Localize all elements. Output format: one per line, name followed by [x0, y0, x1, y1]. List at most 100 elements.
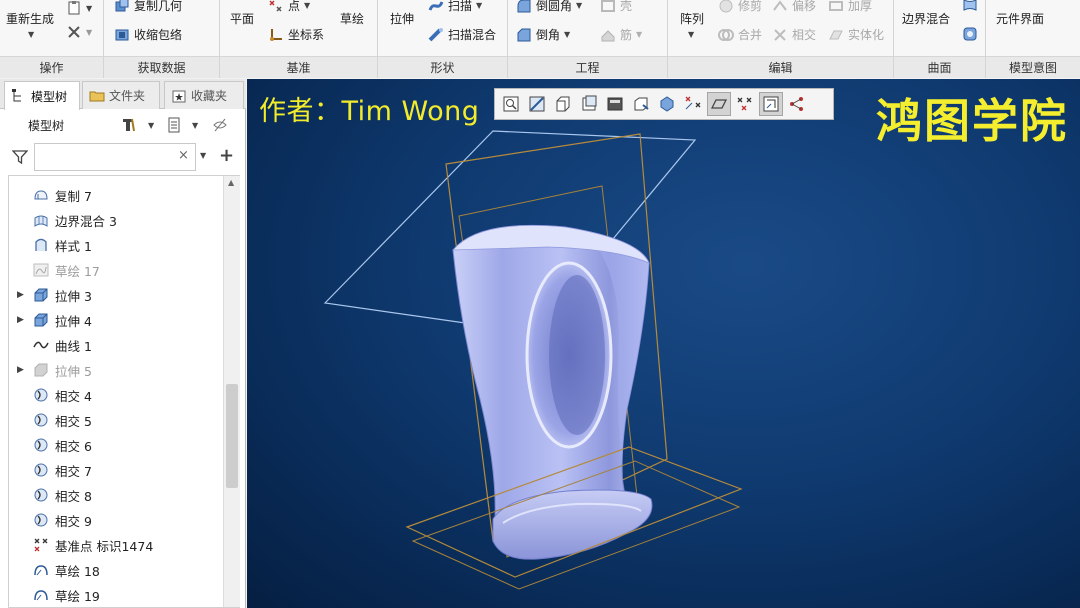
tree-item[interactable]: 草绘 17 — [9, 258, 223, 282]
swept-blend-button[interactable]: 扫描混合 — [428, 26, 496, 43]
scroll-up-arrow-icon[interactable]: ▲ — [228, 178, 234, 187]
offset-button[interactable]: 偏移 — [772, 0, 816, 14]
filter-icon[interactable] — [12, 149, 28, 165]
plane-display-toggle[interactable] — [707, 92, 731, 116]
expand-arrow-icon[interactable]: ▶ — [17, 290, 24, 300]
repaint-button[interactable] — [577, 92, 601, 116]
round-button[interactable]: 倒圆角 ▼ — [516, 0, 582, 14]
tree-item[interactable]: 相交 5 — [9, 408, 223, 432]
model-viewport[interactable] — [247, 79, 1080, 608]
csys-button[interactable]: 坐标系 — [268, 26, 324, 43]
thicken-button[interactable]: 加厚 — [828, 0, 872, 14]
tree-item[interactable]: 曲线 1 — [9, 333, 223, 357]
csys-display-icon — [763, 96, 779, 112]
delete-button[interactable]: ▼ — [66, 24, 92, 40]
chamfer-button[interactable]: 倒角 ▼ — [516, 26, 570, 43]
editing-group-label[interactable]: 编辑 — [668, 56, 893, 78]
swept-blend-label: 扫描混合 — [448, 28, 497, 42]
chamfer-label: 倒角 — [536, 28, 561, 42]
surfaces-group: 边界混合 曲面 — [894, 0, 986, 78]
datum-display-button[interactable] — [681, 92, 705, 116]
repaint-icon — [582, 95, 597, 111]
merge-icon — [718, 27, 734, 43]
sweep-button[interactable]: 扫描 ▼ — [428, 0, 482, 14]
view-manager-button[interactable] — [655, 92, 679, 116]
tab-folders[interactable]: 文件夹 — [82, 81, 160, 109]
tree-item[interactable]: 相交 9 — [9, 508, 223, 532]
copy-paste-button[interactable]: ▼ — [66, 0, 92, 16]
tree-item[interactable]: 相交 4 — [9, 383, 223, 407]
point-display-icon — [737, 97, 752, 111]
expand-arrow-icon[interactable]: ▶ — [17, 315, 24, 325]
expand-arrow-icon[interactable]: ▶ — [17, 365, 24, 375]
sweep-label: 扫描 — [448, 0, 473, 13]
point-button[interactable]: 点 ▼ — [268, 0, 310, 14]
tree-item[interactable]: 草绘 19 — [9, 583, 223, 607]
trim-button[interactable]: 修剪 — [718, 0, 762, 14]
tree-filter-icon[interactable] — [166, 117, 182, 133]
zoom-out-button[interactable] — [551, 92, 575, 116]
solidify-button[interactable]: 实体化 — [828, 26, 884, 43]
tab-model-tree[interactable]: 模型树 — [4, 81, 80, 110]
merge-button[interactable]: 合并 — [718, 26, 762, 43]
rib-button[interactable]: 筋 ▼ — [600, 26, 642, 43]
tree-item[interactable]: ▶ 拉伸 5 — [9, 358, 223, 382]
tree-item[interactable]: ▶ 拉伸 4 — [9, 308, 223, 332]
intersect-button[interactable]: 相交 — [772, 26, 816, 43]
datum-group-label[interactable]: 基准 — [220, 56, 377, 78]
copy-icon — [33, 187, 49, 203]
tree-item[interactable]: 相交 6 — [9, 433, 223, 457]
fill-surface-button[interactable] — [962, 0, 978, 13]
point-display-toggle[interactable] — [733, 92, 757, 116]
tree-item[interactable]: 复制 7 — [9, 183, 223, 207]
annotation-display-toggle[interactable] — [785, 92, 809, 116]
zoom-in-button[interactable] — [525, 92, 549, 116]
regenerate-dropdown[interactable]: ▼ — [28, 30, 34, 39]
component-interface-button[interactable]: 元件界面 — [996, 10, 1044, 27]
saved-orientations-button[interactable] — [629, 92, 653, 116]
sketch-button[interactable]: 草绘 — [340, 10, 364, 27]
copy-geometry-icon — [114, 0, 130, 14]
display-style-button[interactable] — [603, 92, 627, 116]
copy-geometry-button[interactable]: 复制几何 — [114, 0, 182, 14]
extrude-button[interactable]: 拉伸 — [390, 10, 414, 27]
shell-button[interactable]: 壳 — [600, 0, 632, 14]
refit-button[interactable] — [499, 92, 523, 116]
scrollbar-thumb[interactable] — [226, 384, 238, 488]
pattern-button[interactable]: 阵列 — [680, 10, 704, 27]
graphics-window[interactable]: 作者：Tim Wong 鸿图学院 — [247, 79, 1080, 608]
show-hide-icon[interactable] — [212, 117, 228, 133]
tree-item[interactable]: 草绘 18 — [9, 558, 223, 582]
tab-favorites-label: 收藏夹 — [191, 89, 228, 103]
model-intent-group-label[interactable]: 模型意图 — [986, 56, 1080, 78]
model-tree: 复制 7 边界混合 3 样式 1 草绘 17 ▶ 拉伸 3 ▶ 拉伸 4 曲线 … — [8, 175, 240, 608]
add-icon[interactable]: + — [219, 145, 234, 166]
tree-settings-icon[interactable] — [120, 117, 136, 133]
copy-geometry-label: 复制几何 — [134, 0, 183, 13]
shapes-group-label[interactable]: 形状 — [378, 56, 507, 78]
get-data-group-label[interactable]: 获取数据 — [104, 56, 219, 78]
clear-search-icon[interactable]: × — [178, 148, 189, 163]
engineering-group-label[interactable]: 工程 — [508, 56, 667, 78]
tree-scrollbar[interactable]: ▲ — [223, 176, 240, 607]
tree-item[interactable]: 边界混合 3 — [9, 208, 223, 232]
style-button[interactable] — [962, 26, 978, 42]
tree-item[interactable]: 样式 1 — [9, 233, 223, 257]
regenerate-button[interactable]: 重新生成 — [6, 10, 54, 27]
boundary-blend-button[interactable]: 边界混合 — [902, 10, 950, 27]
tree-item[interactable]: 基准点 标识1474 — [9, 533, 223, 557]
tree-search-input[interactable] — [34, 143, 196, 171]
shrinkwrap-button[interactable]: 收缩包络 — [114, 26, 182, 43]
tree-item[interactable]: 相交 8 — [9, 483, 223, 507]
csys-display-toggle[interactable] — [759, 92, 783, 116]
tab-favorites[interactable]: 收藏夹 — [164, 81, 244, 109]
pattern-dropdown[interactable]: ▼ — [688, 30, 694, 39]
tree-item[interactable]: 相交 7 — [9, 458, 223, 482]
surfaces-group-label[interactable]: 曲面 — [894, 56, 985, 78]
tree-columns-dropdown[interactable]: ▼ — [192, 121, 198, 130]
tree-settings-dropdown[interactable]: ▼ — [148, 121, 154, 130]
plane-button[interactable]: 平面 — [230, 10, 254, 27]
tree-item[interactable]: ▶ 拉伸 3 — [9, 283, 223, 307]
operations-group-label[interactable]: 操作 — [0, 56, 103, 78]
search-dropdown[interactable]: ▼ — [200, 151, 206, 160]
